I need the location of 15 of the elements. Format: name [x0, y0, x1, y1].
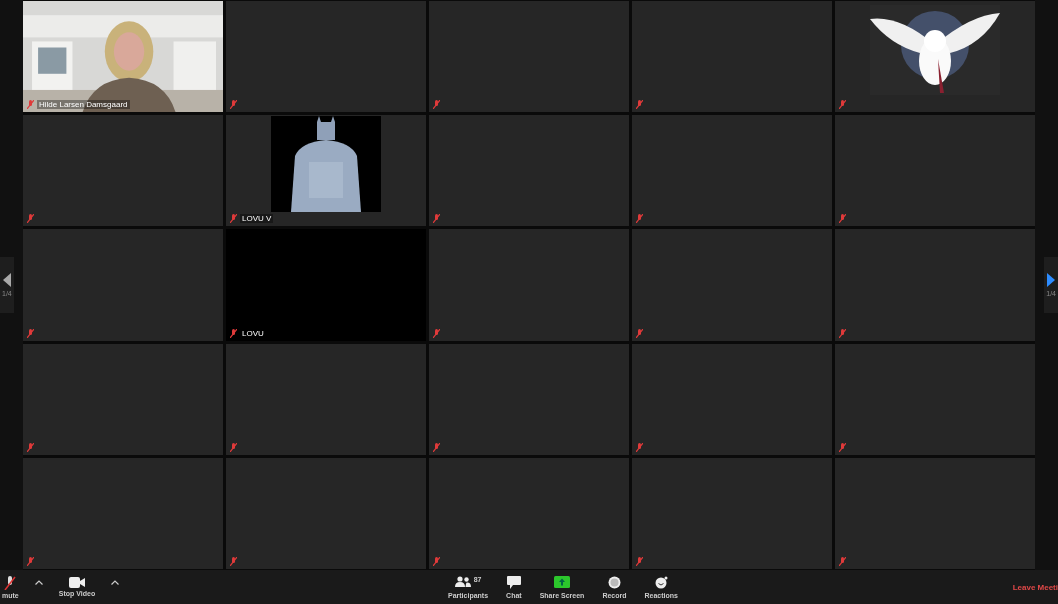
record-icon [607, 575, 621, 589]
left-arrow-icon [2, 273, 11, 287]
participant-name: LOVU V [240, 214, 274, 224]
participant-name: LOVU [240, 328, 266, 338]
share-screen-icon [554, 575, 570, 588]
people-icon [454, 575, 471, 587]
chat-bubble-icon [506, 575, 521, 589]
smiley-icon [654, 575, 668, 589]
right-arrow-icon [1047, 273, 1056, 287]
leave-meeting-button[interactable]: Leave Meeti [1012, 582, 1058, 592]
video-camera-icon [68, 577, 85, 588]
caret-icon[interactable] [34, 579, 43, 585]
caret-icon[interactable] [111, 579, 120, 585]
participant-name: Hilde Larsen Damsgaard [37, 100, 130, 110]
muted-mic-icon [4, 575, 17, 590]
